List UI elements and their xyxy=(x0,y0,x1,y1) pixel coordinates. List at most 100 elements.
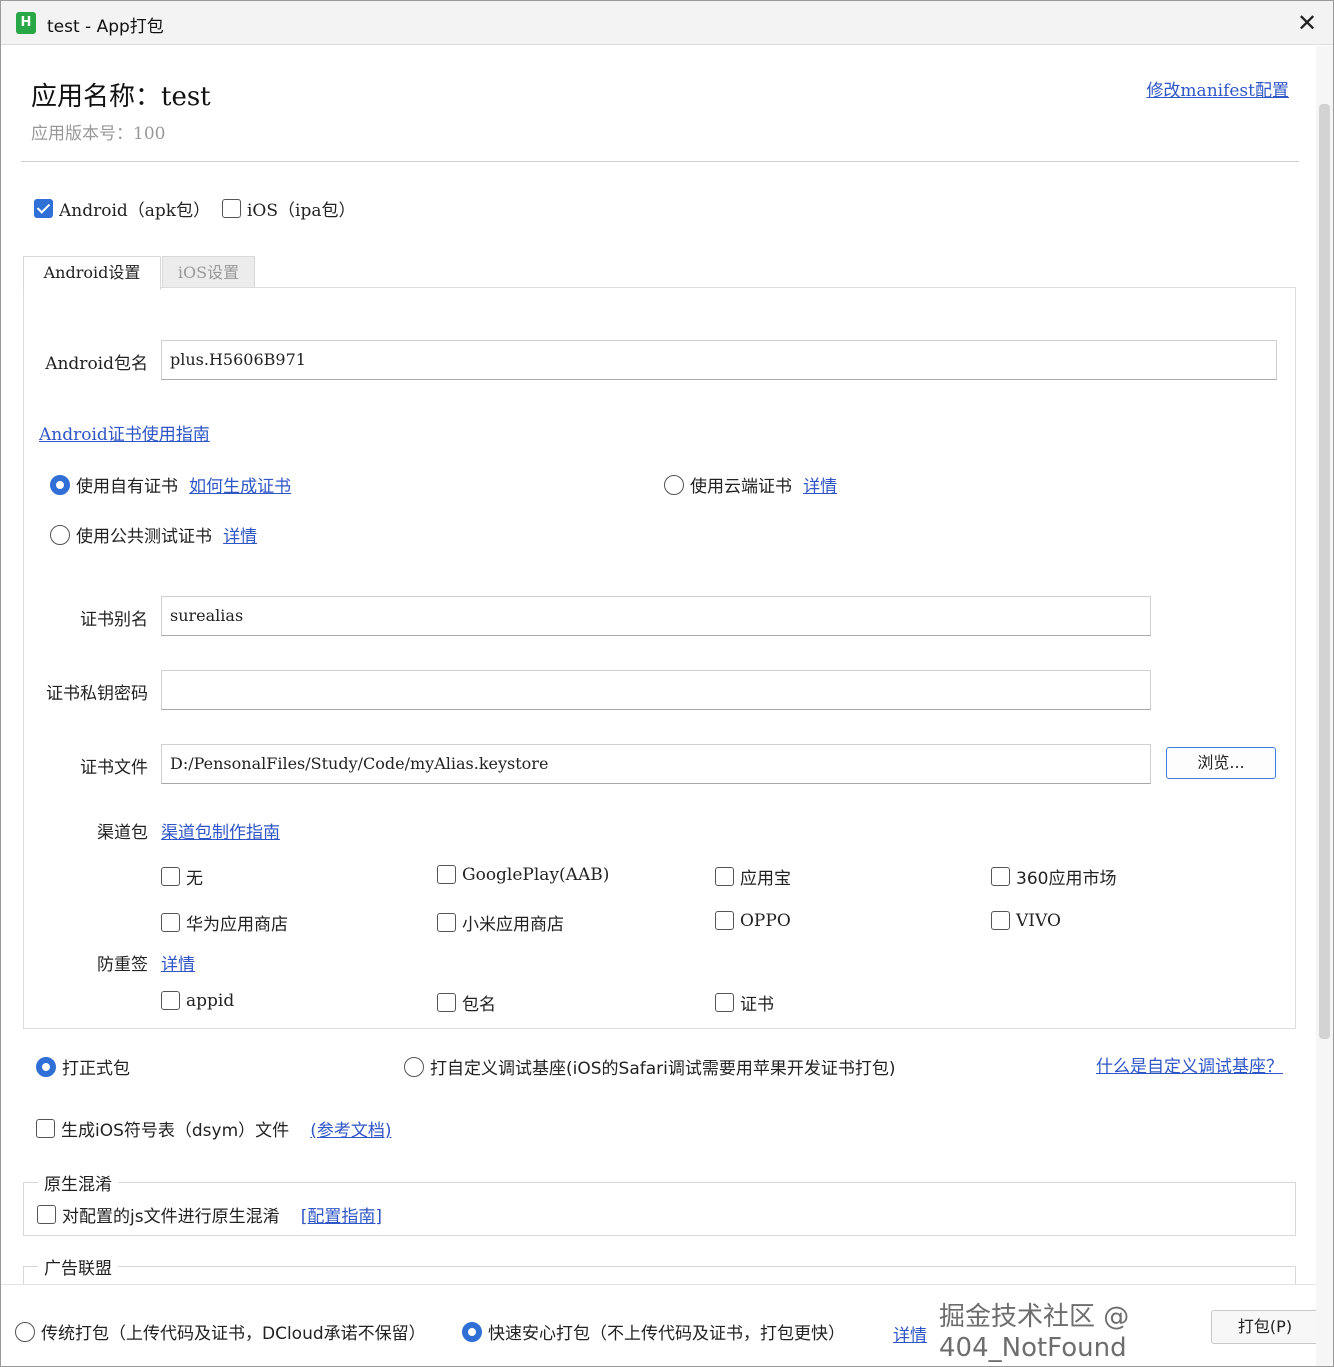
ios-platform-option[interactable]: iOS（ipa包） xyxy=(222,196,355,221)
anti-resign-details-link[interactable]: 详情 xyxy=(161,950,195,975)
anti-resign-option[interactable]: 证书 xyxy=(715,990,774,1015)
own-cert-radio[interactable] xyxy=(50,474,70,495)
vertical-scrollbar[interactable] xyxy=(1316,46,1333,1366)
obfuscation-legend: 原生混淆 xyxy=(38,1170,118,1195)
channel-option[interactable]: 无 xyxy=(161,864,203,889)
public-cert-details-link[interactable]: 详情 xyxy=(223,527,257,547)
how-to-generate-cert-link[interactable]: 如何生成证书 xyxy=(189,477,291,497)
channel-checkbox[interactable] xyxy=(437,913,456,932)
obfuscation-label: 对配置的js文件进行原生混淆 xyxy=(62,1207,280,1227)
cloud-cert-radio[interactable] xyxy=(664,474,684,495)
channel-option-label: 小米应用商店 xyxy=(462,915,564,935)
cert-password-input[interactable] xyxy=(161,670,1151,710)
tab-android-settings[interactable]: Android设置 xyxy=(23,256,161,290)
anti-resign-option-label: 包名 xyxy=(462,995,496,1015)
channel-option-label: GooglePlay(AAB) xyxy=(462,864,610,885)
traditional-pack-label: 传统打包（上传代码及证书，DCloud承诺不保留） xyxy=(41,1324,426,1344)
hbuilder-app-icon: H xyxy=(16,12,36,34)
public-cert-option[interactable]: 使用公共测试证书 详情 xyxy=(50,522,257,547)
dsym-checkbox[interactable] xyxy=(36,1119,55,1138)
channel-option-label: OPPO xyxy=(740,910,791,931)
anti-resign-checkbox[interactable] xyxy=(161,991,180,1010)
watermark-text: 掘金技术社区 @ 404_NotFound xyxy=(939,1302,1130,1363)
fast-pack-radio[interactable] xyxy=(462,1321,482,1342)
package-name-label: Android包名 xyxy=(45,354,148,374)
anti-resign-option-label: 证书 xyxy=(740,995,774,1015)
title-bar: H test - App打包 ✕ xyxy=(1,1,1333,45)
anti-resign-label: 防重签 xyxy=(97,955,148,975)
obfuscation-group: 原生混淆 对配置的js文件进行原生混淆 [配置指南] xyxy=(23,1170,1296,1236)
channel-option[interactable]: 华为应用商店 xyxy=(161,910,288,935)
channel-option[interactable]: OPPO xyxy=(715,910,791,931)
formal-build-option[interactable]: 打正式包 xyxy=(36,1054,130,1079)
app-name: 应用名称：test xyxy=(31,82,211,112)
package-name-input[interactable]: plus.H5606B971 xyxy=(161,340,1277,380)
android-cert-guide-link[interactable]: Android证书使用指南 xyxy=(39,420,210,445)
channel-checkbox[interactable] xyxy=(991,867,1010,886)
channel-option[interactable]: GooglePlay(AAB) xyxy=(437,864,609,885)
anti-resign-option[interactable]: 包名 xyxy=(437,990,496,1015)
fast-pack-label: 快速安心打包（不上传代码及证书，打包更快） xyxy=(488,1324,845,1344)
channel-option[interactable]: 360应用市场 xyxy=(991,864,1116,889)
anti-resign-checkbox[interactable] xyxy=(437,993,456,1012)
ad-alliance-legend: 广告联盟 xyxy=(38,1254,118,1279)
anti-resign-checkbox[interactable] xyxy=(715,993,734,1012)
bottom-bar: 传统打包（上传代码及证书，DCloud承诺不保留） 快速安心打包（不上传代码及证… xyxy=(1,1284,1319,1366)
custom-base-option[interactable]: 打自定义调试基座(iOS的Safari调试需要用苹果开发证书打包) xyxy=(404,1054,895,1079)
browse-button[interactable]: 浏览... xyxy=(1166,747,1276,779)
anti-resign-option[interactable]: appid xyxy=(161,990,234,1011)
public-cert-label: 使用公共测试证书 xyxy=(76,527,212,547)
traditional-pack-option[interactable]: 传统打包（上传代码及证书，DCloud承诺不保留） xyxy=(15,1319,426,1344)
android-settings-panel: Android包名 plus.H5606B971 Android证书使用指南 使… xyxy=(23,287,1296,1029)
channel-checkbox[interactable] xyxy=(161,867,180,886)
cert-file-label: 证书文件 xyxy=(80,758,148,778)
formal-build-label: 打正式包 xyxy=(62,1059,130,1079)
close-button[interactable]: ✕ xyxy=(1293,9,1321,37)
custom-base-radio[interactable] xyxy=(404,1056,424,1077)
scrollbar-thumb[interactable] xyxy=(1319,104,1330,1039)
own-cert-label: 使用自有证书 xyxy=(76,477,178,497)
app-pack-window: H test - App打包 ✕ 应用名称：test 应用版本号：100 修改m… xyxy=(0,0,1334,1367)
cloud-cert-label: 使用云端证书 xyxy=(690,477,792,497)
channel-option[interactable]: 小米应用商店 xyxy=(437,910,564,935)
traditional-pack-radio[interactable] xyxy=(15,1321,35,1342)
cert-file-input[interactable]: D:/PensonalFiles/Study/Code/myAlias.keys… xyxy=(161,744,1151,784)
channel-guide-link[interactable]: 渠道包制作指南 xyxy=(161,818,280,843)
dsym-label: 生成iOS符号表（dsym）文件 xyxy=(61,1121,290,1141)
obfuscation-option[interactable]: 对配置的js文件进行原生混淆 [配置指南] xyxy=(37,1202,382,1227)
cert-alias-label: 证书别名 xyxy=(80,610,148,630)
formal-build-radio[interactable] xyxy=(36,1056,56,1077)
channel-option[interactable]: VIVO xyxy=(991,910,1061,931)
cloud-cert-details-link[interactable]: 详情 xyxy=(803,477,837,497)
anti-resign-option-label: appid xyxy=(186,990,235,1011)
header-divider xyxy=(21,161,1299,162)
obfuscation-checkbox[interactable] xyxy=(37,1205,56,1224)
channel-checkbox[interactable] xyxy=(991,911,1010,930)
cert-alias-input[interactable]: surealias xyxy=(161,596,1151,636)
dsym-option[interactable]: 生成iOS符号表（dsym）文件 (参考文档) xyxy=(36,1116,392,1141)
android-platform-option[interactable]: Android（apk包） xyxy=(34,196,210,221)
android-platform-label: Android（apk包） xyxy=(59,201,211,221)
channel-checkbox[interactable] xyxy=(437,865,456,884)
cloud-cert-option[interactable]: 使用云端证书 详情 xyxy=(664,472,837,497)
pack-details-link[interactable]: 详情 xyxy=(893,1321,927,1346)
tab-ios-settings[interactable]: iOS设置 xyxy=(162,256,255,290)
fast-pack-option[interactable]: 快速安心打包（不上传代码及证书，打包更快） xyxy=(462,1319,845,1344)
channel-option-label: 360应用市场 xyxy=(1016,869,1117,889)
edit-manifest-link[interactable]: 修改manifest配置 xyxy=(1146,76,1289,101)
channel-checkbox[interactable] xyxy=(161,913,180,932)
channel-option-label: 无 xyxy=(186,869,203,889)
dsym-docs-link[interactable]: (参考文档) xyxy=(310,1121,391,1141)
obfuscation-guide-link[interactable]: [配置指南] xyxy=(301,1207,382,1227)
channel-checkbox[interactable] xyxy=(715,911,734,930)
channel-option-label: 应用宝 xyxy=(740,869,791,889)
channel-checkbox[interactable] xyxy=(715,867,734,886)
channel-option-label: VIVO xyxy=(1016,910,1061,931)
own-cert-option[interactable]: 使用自有证书 如何生成证书 xyxy=(50,472,291,497)
channel-option[interactable]: 应用宝 xyxy=(715,864,791,889)
custom-base-help-link[interactable]: 什么是自定义调试基座？ xyxy=(1096,1052,1283,1077)
android-checkbox[interactable] xyxy=(34,199,53,218)
cert-password-label: 证书私钥密码 xyxy=(46,684,148,704)
ios-checkbox[interactable] xyxy=(222,199,241,218)
public-cert-radio[interactable] xyxy=(50,524,70,545)
